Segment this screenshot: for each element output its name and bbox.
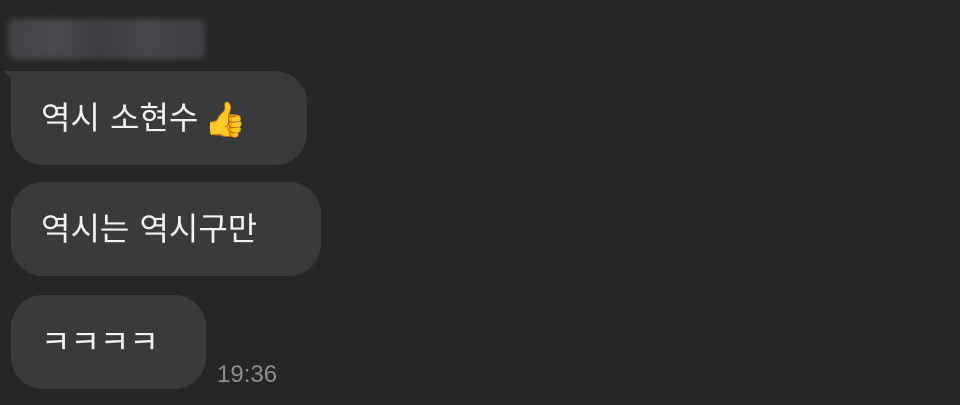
message-bubble[interactable]: 역시는 역시구만 [11, 182, 321, 276]
thumbs-up-icon: 👍 [204, 100, 247, 140]
message-timestamp: 19:36 [217, 361, 278, 388]
message-bubble[interactable]: ㅋㅋㅋㅋ [11, 295, 206, 389]
sender-name-redacted [8, 19, 205, 59]
message-text: ㅋㅋㅋㅋ [41, 323, 159, 361]
message-text: 역시는 역시구만 [41, 210, 258, 248]
message-bubble[interactable]: 역시 소현수 👍 [11, 71, 307, 165]
message-text: 역시 소현수 [41, 99, 199, 137]
